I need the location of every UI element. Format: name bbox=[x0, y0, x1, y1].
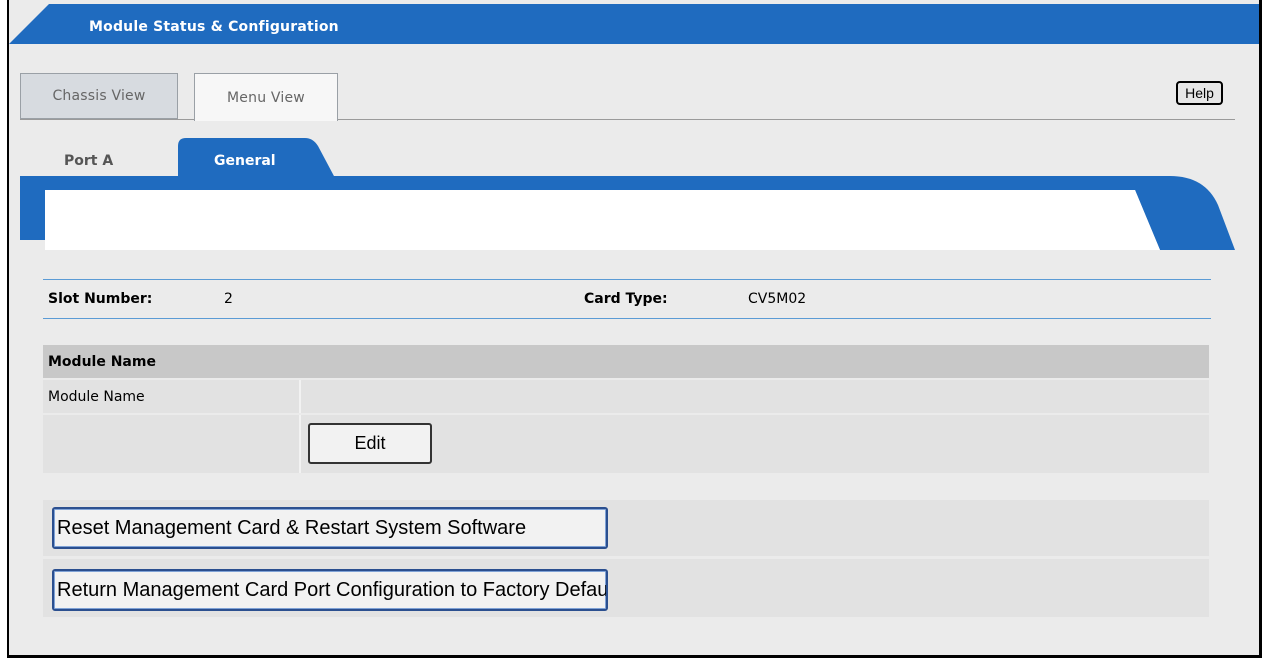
slot-number-value: 2 bbox=[224, 291, 233, 307]
cell-separator bbox=[299, 415, 301, 473]
tab-port-a[interactable]: Port A bbox=[64, 153, 113, 169]
frame-left-border bbox=[7, 0, 9, 658]
module-name-heading: Module Name bbox=[43, 345, 1209, 378]
cell-separator bbox=[299, 380, 301, 413]
card-type-value: CV5M02 bbox=[748, 291, 807, 307]
reset-management-card-button[interactable]: Reset Management Card & Restart System S… bbox=[52, 507, 608, 549]
card-type-label: Card Type: bbox=[584, 291, 668, 307]
module-name-row: Module Name bbox=[43, 380, 1209, 413]
info-top-rule bbox=[43, 279, 1211, 280]
return-factory-defaults-button[interactable]: Return Management Card Port Configuratio… bbox=[52, 569, 608, 611]
port-tab-strip bbox=[20, 138, 1235, 250]
module-name-label: Module Name bbox=[48, 389, 145, 405]
slot-number-label: Slot Number: bbox=[48, 291, 153, 307]
edit-button[interactable]: Edit bbox=[308, 423, 432, 464]
info-bottom-rule bbox=[43, 318, 1211, 319]
tab-general[interactable]: General bbox=[214, 153, 276, 169]
edit-row bbox=[43, 415, 1209, 473]
